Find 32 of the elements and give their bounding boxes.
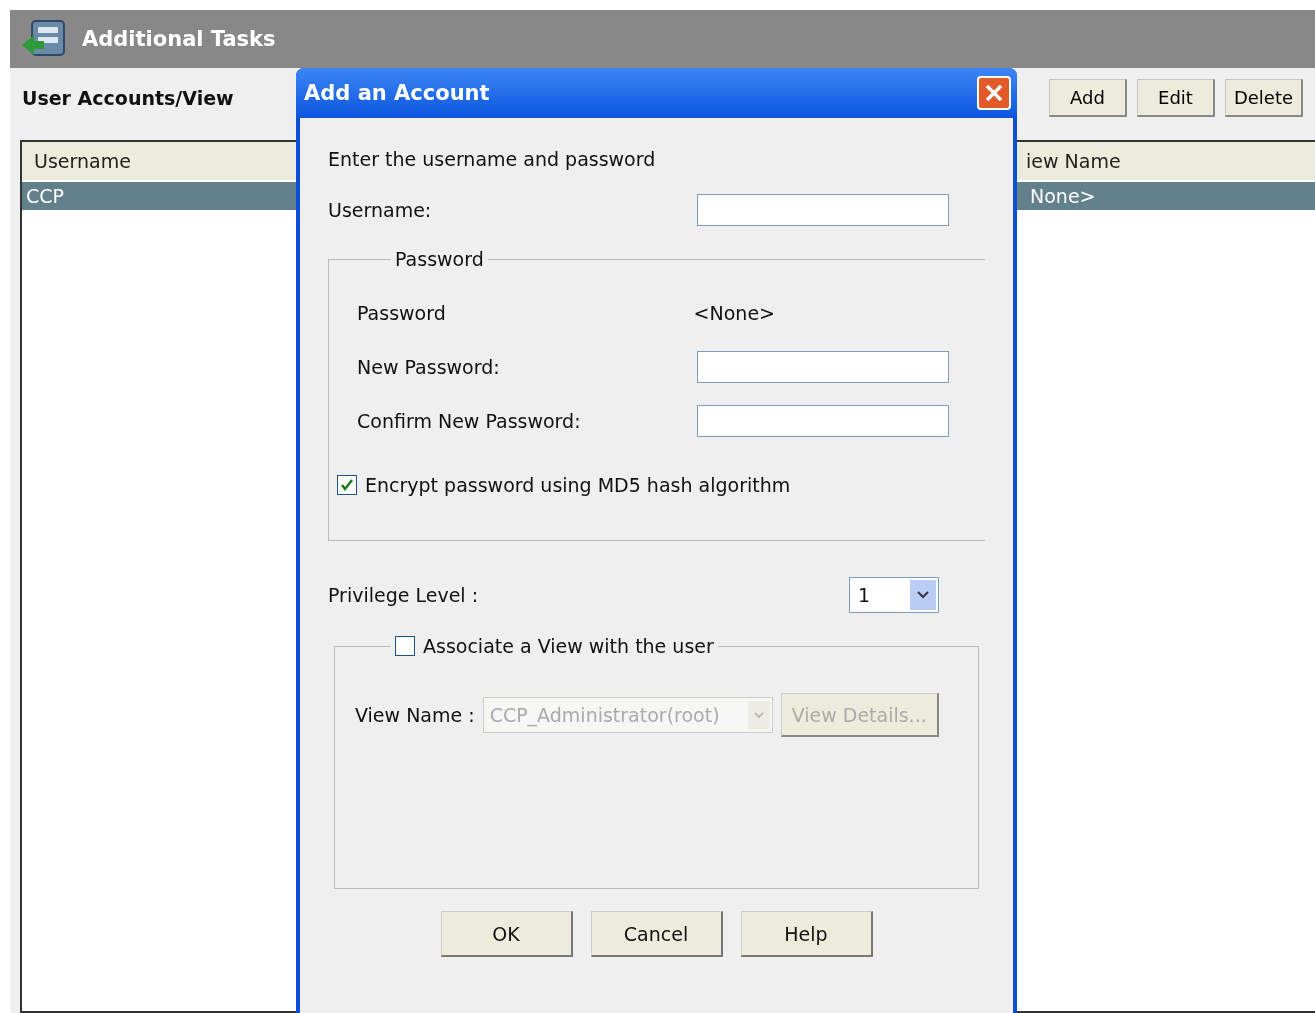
close-button[interactable] (977, 76, 1011, 110)
privilege-dropdown[interactable]: 1 (849, 577, 939, 613)
instruction-text: Enter the username and password (328, 148, 657, 170)
table-cell-text: CCP (25, 185, 65, 207)
username-field[interactable] (697, 194, 949, 226)
toolbar-button[interactable]: Edit (1137, 79, 1215, 117)
column-header[interactable]: iew Name (1014, 150, 1121, 172)
new-password-field[interactable] (697, 351, 949, 383)
close-icon (983, 82, 1005, 104)
chevron-icon (752, 710, 765, 720)
associate-label: Associate a View with the user (423, 635, 714, 657)
confirm-password-field[interactable] (697, 405, 949, 437)
view-name-label: View Name : (355, 704, 475, 726)
toolbar-button[interactable]: Delete (1225, 79, 1303, 117)
new-password-label: New Password: (357, 356, 500, 378)
dialog-button[interactable]: Help (740, 911, 873, 957)
password-legend: Password (391, 248, 488, 270)
password-label: Password (357, 302, 446, 324)
confirm-password-label: Confirm New Password: (357, 410, 581, 432)
dialog-button[interactable]: Cancel (590, 911, 723, 957)
username-label: Username: (328, 199, 432, 221)
section-title: User Accounts/View (22, 87, 234, 109)
chevron-icon (916, 590, 930, 600)
encrypt-label: Encrypt password using MD5 hash algorithm (365, 474, 791, 496)
dialog-button[interactable]: OK (440, 911, 573, 957)
privilege-label: Privilege Level : (328, 584, 479, 606)
password-value: <None> (693, 302, 775, 324)
window-title: Additional Tasks (82, 27, 276, 51)
table-cell-text: None> (1029, 185, 1096, 207)
checkbox[interactable] (337, 475, 357, 495)
dialog-title: Add an Account (304, 81, 490, 105)
toolbar-button[interactable]: Add (1049, 79, 1127, 117)
